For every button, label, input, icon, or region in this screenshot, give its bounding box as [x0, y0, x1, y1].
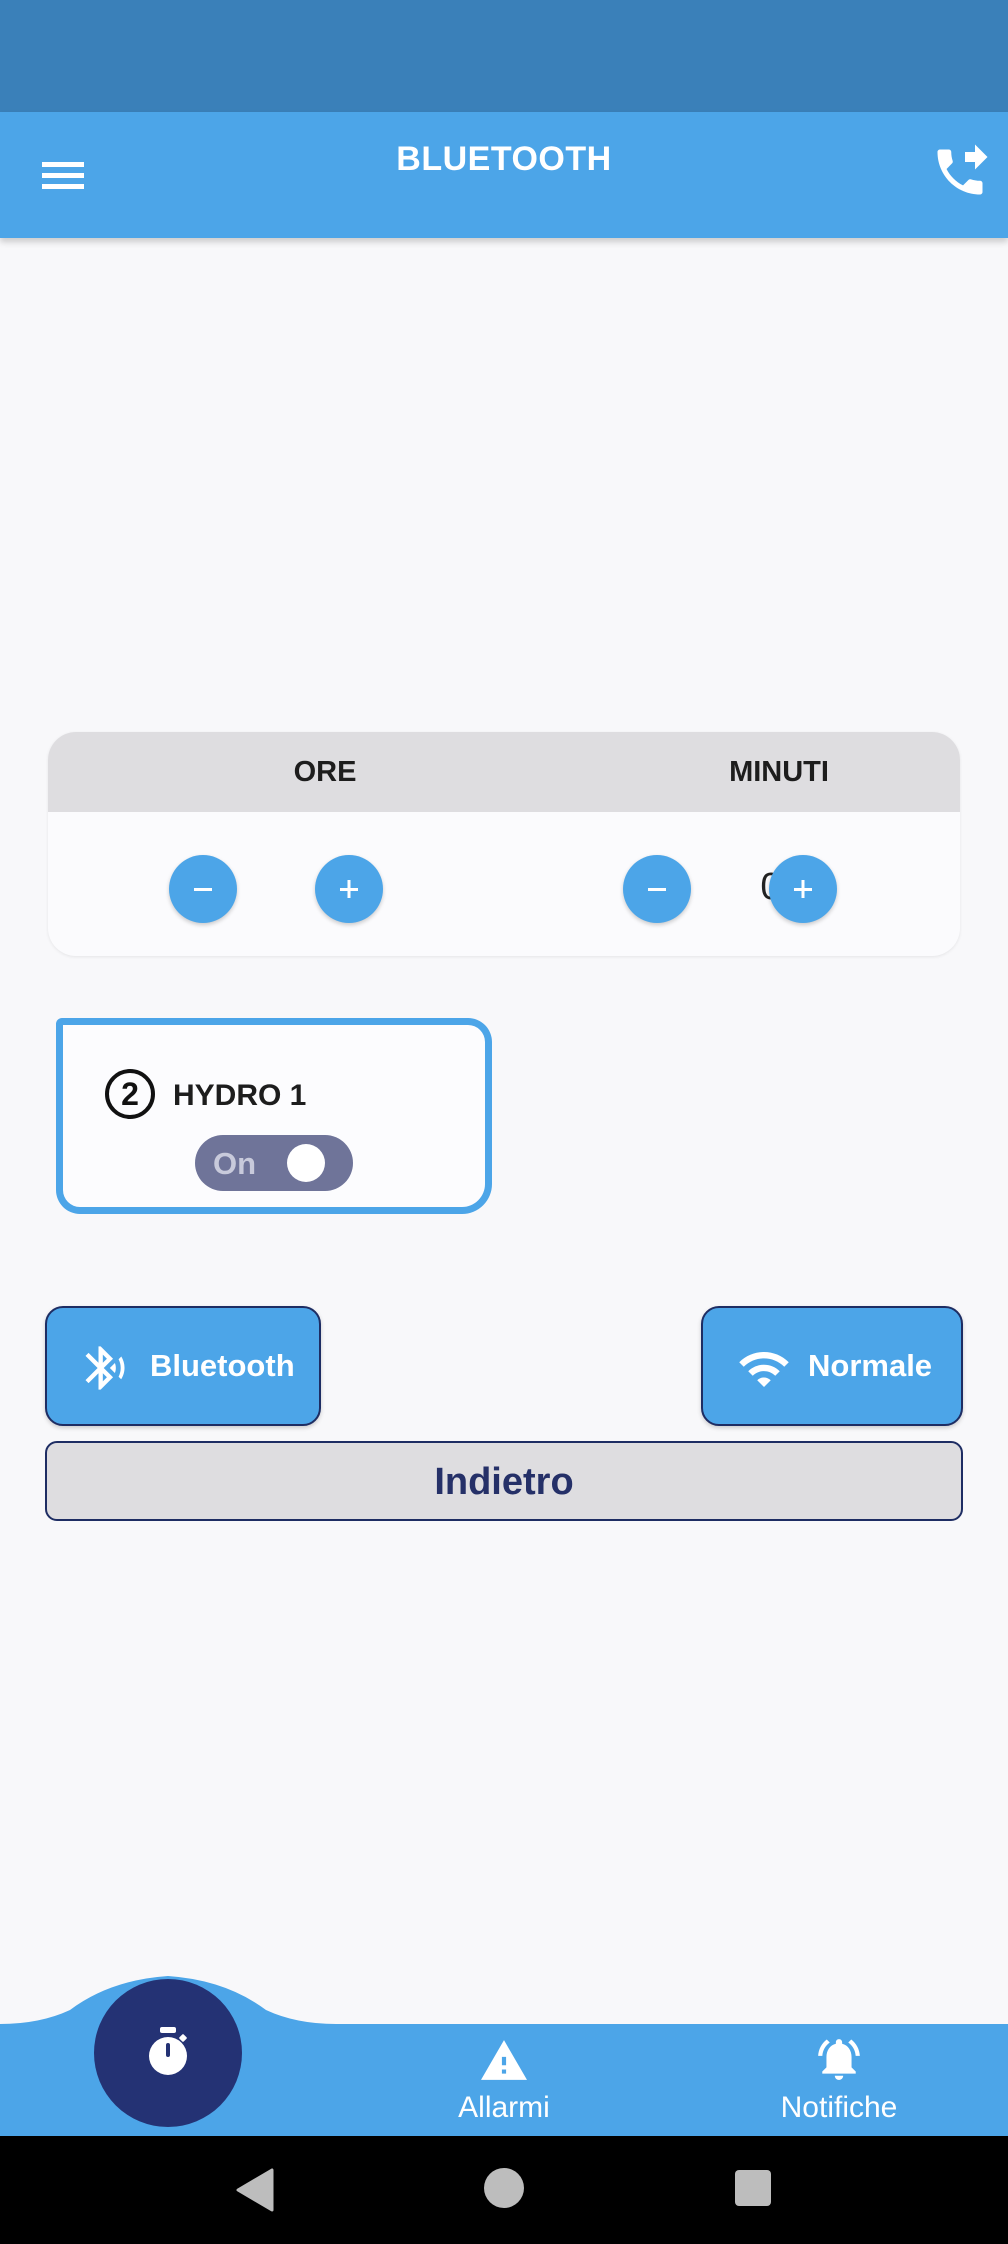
timer-fab-button[interactable] — [94, 1979, 242, 2127]
nav-notifications-label: Notifiche — [780, 2091, 898, 2124]
nav-alarms[interactable]: Allarmi — [404, 2036, 604, 2125]
device-toggle[interactable]: On — [195, 1135, 353, 1191]
system-navigation-bar — [0, 2136, 1008, 2244]
plus-icon — [340, 880, 358, 898]
warning-icon — [481, 2040, 527, 2080]
app-bar: BLUETOOTH — [0, 112, 1008, 238]
normal-mode-button[interactable]: Normale — [701, 1306, 963, 1426]
minus-icon — [648, 888, 666, 891]
wifi-icon — [739, 1352, 789, 1387]
nav-notifications[interactable]: Notifiche — [739, 2036, 939, 2125]
recents-square-icon[interactable] — [734, 2169, 772, 2207]
normal-mode-label: Normale — [808, 1348, 933, 1383]
call-forward-button[interactable] — [930, 142, 990, 202]
bell-ringing-icon — [818, 2039, 860, 2080]
home-circle-icon[interactable] — [482, 2166, 526, 2210]
status-bar — [0, 0, 1008, 112]
back-triangle-icon[interactable] — [232, 2166, 276, 2214]
time-selector-card: ORE MINUTI 1 0 — [48, 732, 960, 956]
hours-decrement-button[interactable] — [169, 855, 237, 923]
device-card: 2 HYDRO 1 On — [56, 1018, 492, 1214]
page-title: BLUETOOTH — [396, 140, 612, 178]
minutes-label: MINUTI — [729, 756, 829, 788]
circled-two-icon: 2 — [105, 1069, 155, 1119]
back-button[interactable]: Indietro — [45, 1441, 963, 1521]
plus-icon — [794, 880, 812, 898]
stopwatch-icon — [149, 2027, 187, 2075]
nav-alarms-label: Allarmi — [458, 2091, 550, 2124]
device-name: HYDRO 1 — [173, 1079, 307, 1112]
hours-increment-button[interactable] — [315, 855, 383, 923]
bluetooth-icon — [85, 1346, 125, 1390]
toggle-knob — [287, 1144, 325, 1182]
bluetooth-mode-button[interactable]: Bluetooth — [45, 1306, 321, 1426]
bluetooth-mode-label: Bluetooth — [150, 1348, 295, 1383]
minutes-decrement-button[interactable] — [623, 855, 691, 923]
back-label: Indietro — [434, 1461, 574, 1503]
minus-icon — [194, 888, 212, 891]
svg-text:2: 2 — [121, 1076, 139, 1112]
time-card-header: ORE MINUTI — [48, 732, 960, 812]
minutes-increment-button[interactable] — [769, 855, 837, 923]
hours-label: ORE — [293, 756, 357, 788]
phone-forward-icon — [937, 144, 988, 195]
toggle-label: On — [213, 1146, 257, 1181]
